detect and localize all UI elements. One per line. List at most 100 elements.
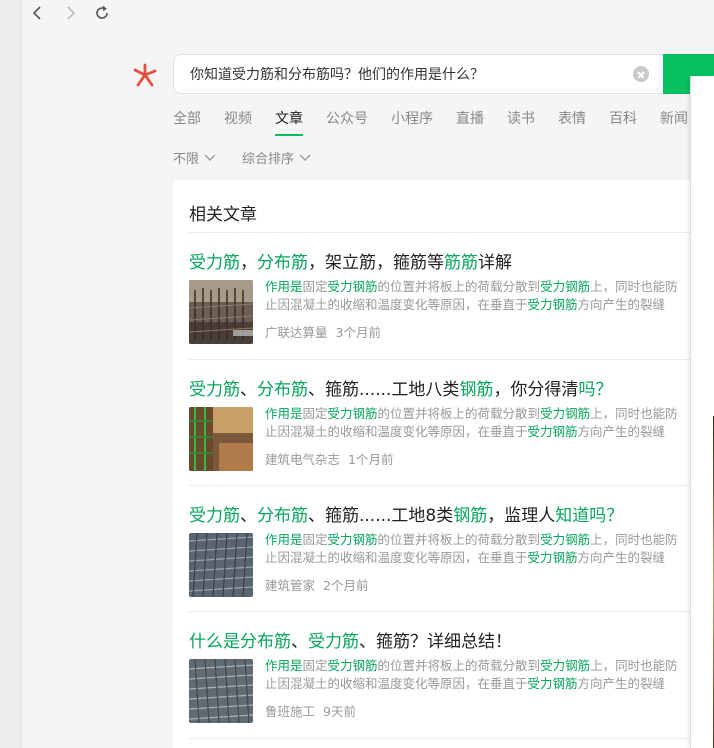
highlight-text: 钢筋 bbox=[459, 380, 494, 400]
section-title: 相关文章 bbox=[189, 205, 257, 225]
article-thumbnail[interactable] bbox=[189, 407, 253, 471]
article-time: 1个月前 bbox=[348, 452, 394, 467]
plain-text: 的位置并将板上的荷载分散到 bbox=[377, 279, 541, 294]
article-thumbnail[interactable] bbox=[189, 659, 253, 723]
side-panel bbox=[690, 76, 714, 748]
plain-text: 上，同时也能防 bbox=[590, 658, 678, 673]
article-source[interactable]: 建筑管家 bbox=[265, 578, 315, 593]
tab-encyclopedia[interactable]: 百科 bbox=[609, 108, 637, 136]
article-thumbnail[interactable] bbox=[189, 280, 253, 344]
plain-text: ，你分得清 bbox=[493, 380, 579, 400]
highlight-text: 受力钢筋 bbox=[527, 424, 578, 439]
plain-text: 固定 bbox=[302, 658, 328, 673]
clear-circle-icon[interactable] bbox=[633, 66, 649, 82]
article-item[interactable]: 受力筋、分布筋、箍筋......工地八类钢筋，你分得清吗？ 作用是固定受力钢筋的… bbox=[189, 359, 714, 486]
plain-text: 止因混凝土的收缩和温度变化等原因，在垂直于 bbox=[265, 297, 528, 312]
plain-text: 的位置并将板上的荷载分散到 bbox=[377, 658, 541, 673]
reload-button[interactable] bbox=[86, 1, 118, 25]
search-logo-icon bbox=[131, 62, 159, 88]
tab-news[interactable]: 新闻 bbox=[660, 108, 688, 136]
plain-text: 、 bbox=[291, 632, 308, 652]
plain-text: ， bbox=[240, 253, 257, 273]
time-filter-dropdown[interactable]: 不限 bbox=[173, 148, 216, 167]
article-snippet: 作用是固定受力钢筋的位置并将板上的荷载分散到受力钢筋上，同时也能防 止因混凝土的… bbox=[265, 278, 714, 314]
article-source[interactable]: 建筑电气杂志 bbox=[265, 452, 340, 467]
tab-all[interactable]: 全部 bbox=[173, 108, 201, 136]
tab-live[interactable]: 直播 bbox=[456, 108, 484, 136]
highlight-text: 分布筋 bbox=[257, 380, 308, 400]
plain-text: ，架立筋，箍筋等 bbox=[308, 253, 444, 273]
plain-text: 止因混凝土的收缩和温度变化等原因，在垂直于 bbox=[265, 676, 528, 691]
article-source[interactable]: 广联达算量 bbox=[265, 325, 328, 340]
reload-icon bbox=[96, 5, 108, 19]
plain-text: 的位置并将板上的荷载分散到 bbox=[377, 532, 541, 547]
article-snippet: 作用是固定受力钢筋的位置并将板上的荷载分散到受力钢筋上，同时也能防 止因混凝土的… bbox=[265, 405, 714, 441]
filter-bar: 不限 综合排序 bbox=[173, 148, 337, 167]
highlight-text: 受力钢筋 bbox=[540, 279, 591, 294]
search-input[interactable]: 你知道受力筋和分布筋吗？他们的作用是什么？ bbox=[190, 64, 633, 84]
back-button[interactable] bbox=[22, 1, 54, 25]
chevron-down-icon bbox=[299, 154, 311, 161]
article-snippet: 作用是固定受力钢筋的位置并将板上的荷载分散到受力钢筋上，同时也能防 止因混凝土的… bbox=[265, 657, 714, 693]
browser-nav-bar bbox=[22, 0, 714, 26]
highlight-text: 作用是 bbox=[265, 279, 303, 294]
sort-filter-dropdown[interactable]: 综合排序 bbox=[242, 148, 311, 167]
plain-text: 方向产生的裂缝 bbox=[577, 676, 666, 691]
highlight-text: 受力钢筋 bbox=[327, 406, 378, 421]
article-meta: 建筑电气杂志 1个月前 bbox=[265, 449, 393, 468]
snippet-line-1: 作用是固定受力钢筋的位置并将板上的荷载分散到受力钢筋上，同时也能防 bbox=[265, 278, 714, 296]
forward-arrow-icon bbox=[67, 6, 76, 20]
window-left-edge bbox=[0, 0, 22, 748]
article-meta: 建筑管家 2个月前 bbox=[265, 575, 368, 594]
article-title[interactable]: 受力筋，分布筋，架立筋，箍筋等筋筋详解 bbox=[189, 248, 512, 273]
divider bbox=[189, 738, 714, 739]
highlight-text: 作用是 bbox=[265, 658, 303, 673]
article-time: 3个月前 bbox=[335, 325, 381, 340]
tab-official-accounts[interactable]: 公众号 bbox=[326, 108, 368, 136]
plain-text: 上，同时也能防 bbox=[590, 406, 678, 421]
tab-mini-programs[interactable]: 小程序 bbox=[391, 108, 433, 136]
results-card: 相关文章 受力筋，分布筋，架立筋，箍筋等筋筋详解 作用是固定受力钢筋的位置并将板… bbox=[173, 180, 714, 748]
plain-text: 方向产生的裂缝 bbox=[577, 424, 666, 439]
tab-video[interactable]: 视频 bbox=[224, 108, 252, 136]
plain-text: 、箍筋？详细总结！ bbox=[359, 632, 512, 652]
plain-text: 、 bbox=[240, 380, 257, 400]
highlight-text: 受力钢筋 bbox=[540, 658, 591, 673]
highlight-text: 受力钢筋 bbox=[327, 658, 378, 673]
highlight-text: 分布筋 bbox=[257, 253, 308, 273]
highlight-text: 知道吗？ bbox=[555, 506, 624, 526]
snippet-line-2: 止因混凝土的收缩和温度变化等原因，在垂直于受力钢筋方向产生的裂缝 bbox=[265, 296, 714, 314]
highlight-text: 受力筋 bbox=[189, 506, 240, 526]
article-source[interactable]: 鲁班施工 bbox=[265, 704, 315, 719]
snippet-line-1: 作用是固定受力钢筋的位置并将板上的荷载分散到受力钢筋上，同时也能防 bbox=[265, 405, 714, 423]
snippet-line-2: 止因混凝土的收缩和温度变化等原因，在垂直于受力钢筋方向产生的裂缝 bbox=[265, 423, 714, 441]
tab-articles[interactable]: 文章 bbox=[275, 108, 303, 136]
article-snippet: 作用是固定受力钢筋的位置并将板上的荷载分散到受力钢筋上，同时也能防 止因混凝土的… bbox=[265, 531, 714, 567]
article-item[interactable]: 什么是分布筋、受力筋、箍筋？详细总结！ 作用是固定受力钢筋的位置并将板上的荷载分… bbox=[189, 611, 714, 738]
plain-text: 止因混凝土的收缩和温度变化等原因，在垂直于 bbox=[265, 424, 528, 439]
article-title[interactable]: 受力筋、分布筋、箍筋......工地8类钢筋，监理人知道吗？ bbox=[189, 501, 623, 526]
back-arrow-icon bbox=[32, 6, 41, 20]
article-thumbnail[interactable] bbox=[189, 533, 253, 597]
forward-button[interactable] bbox=[54, 1, 86, 25]
plain-text: 、箍筋......工地八类 bbox=[308, 380, 460, 400]
search-bar[interactable]: 你知道受力筋和分布筋吗？他们的作用是什么？ bbox=[173, 54, 663, 94]
article-item[interactable]: 受力筋，分布筋，架立筋，箍筋等筋筋详解 作用是固定受力钢筋的位置并将板上的荷载分… bbox=[189, 232, 714, 359]
article-time: 9天前 bbox=[323, 704, 356, 719]
plain-text: 详解 bbox=[478, 253, 512, 273]
plain-text: 上，同时也能防 bbox=[590, 279, 678, 294]
tab-books[interactable]: 读书 bbox=[507, 108, 535, 136]
plain-text: 固定 bbox=[302, 532, 328, 547]
highlight-text: 作用是 bbox=[265, 406, 303, 421]
highlight-text: 受力钢筋 bbox=[527, 297, 578, 312]
article-title[interactable]: 什么是分布筋、受力筋、箍筋？详细总结！ bbox=[189, 627, 512, 652]
plain-text: ，监理人 bbox=[487, 506, 556, 526]
sort-filter-label: 综合排序 bbox=[242, 152, 295, 167]
highlight-text: 受力筋 bbox=[189, 380, 240, 400]
article-title[interactable]: 受力筋、分布筋、箍筋......工地八类钢筋，你分得清吗？ bbox=[189, 375, 612, 400]
article-item[interactable]: 受力筋、分布筋、箍筋......工地8类钢筋，监理人知道吗？ 作用是固定受力钢筋… bbox=[189, 485, 714, 612]
plain-text: 、 bbox=[240, 506, 257, 526]
tab-stickers[interactable]: 表情 bbox=[558, 108, 586, 136]
highlight-text: 受力钢筋 bbox=[527, 676, 578, 691]
time-filter-label: 不限 bbox=[173, 152, 200, 167]
